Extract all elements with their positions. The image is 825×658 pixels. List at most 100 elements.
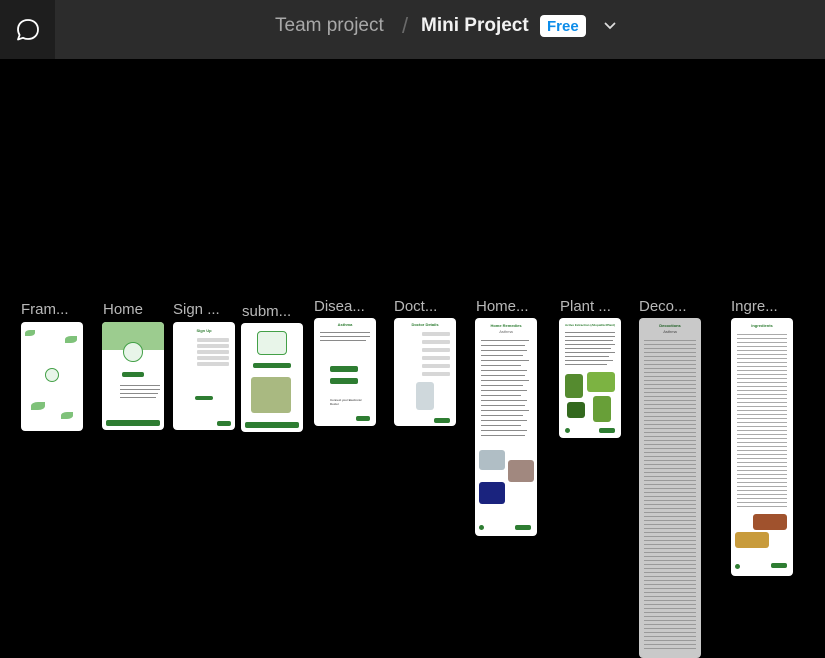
leaf-decoration <box>31 402 45 410</box>
project-title[interactable]: Mini Project <box>421 0 529 52</box>
frame-ingredients[interactable]: Ingredients <box>731 318 793 576</box>
herbs-image <box>251 377 291 413</box>
text-line <box>565 344 615 345</box>
text-line <box>565 364 607 365</box>
plan-badge[interactable]: Free <box>540 15 586 37</box>
text-line <box>565 336 615 337</box>
frame-submit[interactable] <box>241 323 303 432</box>
text-line <box>481 355 523 356</box>
text-line <box>565 340 613 341</box>
next-button <box>356 416 370 421</box>
text-line <box>481 385 523 386</box>
form-field <box>422 364 450 368</box>
frame-doctor[interactable]: Doctor Details <box>394 318 456 426</box>
comment-icon <box>16 18 39 40</box>
frame-label[interactable]: Home <box>103 301 143 318</box>
team-breadcrumb[interactable]: Team project <box>275 0 384 52</box>
frame-home[interactable] <box>102 322 164 430</box>
text-line <box>481 350 527 351</box>
text-line <box>481 400 527 401</box>
decoction-text-block <box>644 340 696 650</box>
comment-button[interactable] <box>0 0 55 59</box>
text-line <box>481 435 525 436</box>
text-line <box>481 415 523 416</box>
form-field <box>197 350 229 354</box>
frame-plant-extraction[interactable]: Active Extraction (Allopathic/Plant) <box>559 318 621 438</box>
text-line <box>481 430 527 431</box>
frame-signup[interactable]: Sign Up <box>173 322 235 430</box>
app-logo <box>45 368 59 382</box>
frame-disease[interactable]: Asthma Connect your Electronic Doctor <box>314 318 376 426</box>
frame-label[interactable]: subm... <box>242 303 291 320</box>
plant-image <box>587 372 615 392</box>
plant-title: Active Extraction (Allopathic/Plant) <box>564 323 615 327</box>
decoction-subtitle: Asthma <box>663 329 677 334</box>
text-line <box>320 340 366 341</box>
frame-splash[interactable] <box>21 322 83 431</box>
logo-dot <box>565 428 570 433</box>
next-button <box>515 525 531 530</box>
text-line <box>481 375 525 376</box>
text-line <box>481 410 529 411</box>
leaf-decoration <box>65 336 77 343</box>
breadcrumb-separator: / <box>402 13 409 38</box>
chevron-down-icon[interactable] <box>601 17 619 35</box>
form-field <box>422 348 450 352</box>
text-line <box>565 348 611 349</box>
text-line <box>481 370 527 371</box>
text-line <box>320 336 370 337</box>
lungs-image <box>479 482 505 504</box>
ingredients-title: Ingredients <box>751 323 773 328</box>
form-field <box>422 340 450 344</box>
text-line <box>481 395 521 396</box>
text-line <box>565 356 609 357</box>
select-dropdown <box>253 363 291 368</box>
form-field <box>197 362 229 366</box>
text-line <box>481 340 529 341</box>
form-field <box>197 338 229 342</box>
next-button <box>434 418 450 423</box>
patient-image <box>479 450 505 470</box>
leaf-decoration <box>61 412 73 419</box>
logo-dot <box>735 564 740 569</box>
next-button <box>771 563 787 568</box>
ingredient-image <box>735 532 769 548</box>
form-field <box>422 356 450 360</box>
plant-image <box>593 396 611 422</box>
submit-button <box>195 396 213 400</box>
decoction-button <box>330 378 358 384</box>
signup-title: Sign Up <box>196 328 212 333</box>
text-line <box>120 397 156 398</box>
frame-label[interactable]: Deco... <box>639 298 687 315</box>
home-remedies-button <box>330 366 358 372</box>
form-field <box>422 372 450 376</box>
frame-label[interactable]: Home... <box>476 298 529 315</box>
frame-label[interactable]: Ingre... <box>731 298 778 315</box>
form-field <box>197 344 229 348</box>
text-line <box>481 365 521 366</box>
doctor-title: Doctor Details <box>411 322 439 327</box>
plant-image <box>567 402 585 418</box>
leaf-decoration <box>25 330 35 336</box>
frame-decoctions[interactable]: Decoctions Asthma <box>639 318 701 658</box>
frame-label[interactable]: Plant ... <box>560 298 611 315</box>
form-field <box>197 356 229 360</box>
frame-label[interactable]: Fram... <box>21 301 69 318</box>
text-line <box>120 385 160 386</box>
logo-dot <box>479 525 484 530</box>
frame-label[interactable]: Disea... <box>314 298 365 315</box>
patient-image <box>508 460 534 482</box>
frame-home-remedies[interactable]: Home Remedies Asthma <box>475 318 537 536</box>
text-line <box>481 360 529 361</box>
next-button <box>599 428 615 433</box>
text-line <box>565 352 615 353</box>
text-line <box>481 420 527 421</box>
form-field <box>422 332 450 336</box>
bottom-nav-bar <box>106 420 160 426</box>
text-line <box>481 405 525 406</box>
ingredient-image <box>753 514 787 530</box>
frame-label[interactable]: Doct... <box>394 298 437 315</box>
top-bar: Team project / Mini Project Free <box>0 0 825 59</box>
frame-label[interactable]: Sign ... <box>173 301 220 318</box>
text-line <box>120 393 158 394</box>
